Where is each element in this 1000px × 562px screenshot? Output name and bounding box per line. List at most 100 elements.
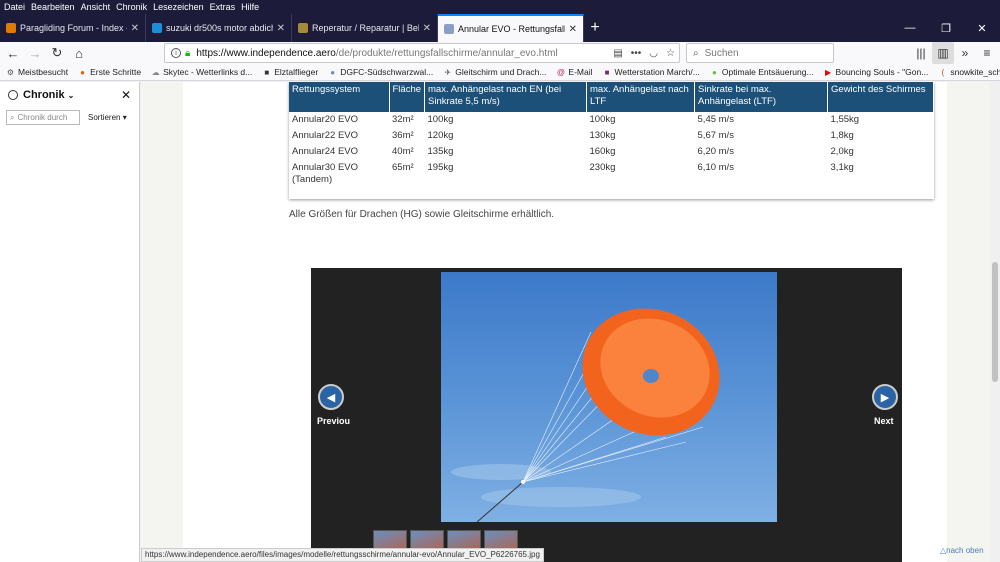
library-icon[interactable]: |||: [910, 42, 932, 64]
back-to-top-link[interactable]: △nach oben: [940, 546, 984, 555]
overflow-icon[interactable]: »: [954, 42, 976, 64]
bookmark-item[interactable]: ■ Elztalflieger: [262, 67, 318, 77]
bookmark-item[interactable]: @ E-Mail: [556, 67, 593, 77]
info-icon[interactable]: i: [171, 48, 181, 58]
sidebar-toggle-icon[interactable]: ▥: [932, 42, 954, 64]
table-header-cell: Rettungssystem: [289, 82, 390, 112]
menu-icon[interactable]: ≡: [976, 42, 998, 64]
sort-button[interactable]: Sortieren ▾: [88, 113, 127, 122]
table-cell: Annular30 EVO (Tandem): [292, 161, 359, 185]
menu-bar: Datei Bearbeiten Ansicht Chronik Lesezeichen…: [0, 0, 1000, 14]
previous-label: Previou: [317, 416, 351, 426]
bookmark-icon: ●: [711, 67, 717, 77]
table-cell: 32m²: [392, 114, 414, 125]
bookmark-icon: ▶: [824, 67, 832, 77]
menu-item-hilfe[interactable]: Hilfe: [241, 2, 259, 12]
table-cell: 1,55kg: [830, 114, 860, 125]
menu-item-lesezeichen[interactable]: Lesezeichen: [153, 2, 204, 12]
bookmark-item[interactable]: ● Optimale Entsäuerung...: [710, 67, 814, 77]
spec-table-container: Rettungssystem Fläche max. Anhängelast nac…: [289, 82, 934, 199]
bookmark-item[interactable]: ▶ Bouncing Souls - "Gon...: [824, 67, 928, 77]
bookmark-label: Gleitschirm und Drach...: [455, 67, 547, 77]
back-icon[interactable]: ←: [2, 42, 24, 64]
bookmark-label: snowkite_schwarzwald...: [950, 67, 1000, 77]
parachute-photo[interactable]: [441, 272, 777, 522]
close-icon[interactable]: ✕: [423, 23, 431, 34]
previous-button[interactable]: ◀: [318, 384, 344, 410]
history-search-input[interactable]: ⌕ Chronik durch: [6, 110, 80, 125]
home-icon[interactable]: ⌂: [68, 42, 90, 64]
sort-label: Sortieren: [88, 113, 121, 122]
bookmark-icon: ✈: [444, 67, 452, 77]
tab-title: Paragliding Forum - Index - ne: [20, 23, 127, 33]
menu-item-extras[interactable]: Extras: [210, 2, 236, 12]
tab-4[interactable]: Annular EVO - Rettungsfallschi ✕: [438, 14, 584, 42]
menu-item-bearbeiten[interactable]: Bearbeiten: [31, 2, 75, 12]
tab-1[interactable]: Paragliding Forum - Index - ne ✕: [0, 14, 146, 42]
page-content: Rettungssystem Fläche max. Anhängelast nac…: [141, 82, 990, 562]
new-tab-button[interactable]: +: [584, 14, 606, 42]
close-icon[interactable]: ✕: [121, 88, 131, 102]
vertical-scrollbar[interactable]: [990, 82, 1000, 562]
table-cell: 6,10 m/s: [697, 161, 734, 173]
bookmark-label: E-Mail: [568, 67, 593, 77]
bookmark-item[interactable]: ⚙ Meistbesucht: [6, 67, 68, 77]
pocket-icon[interactable]: ◡: [649, 48, 658, 59]
reload-icon[interactable]: ↻: [46, 42, 68, 64]
bookmark-label: Meistbesucht: [18, 67, 69, 77]
bookmark-item[interactable]: ■ Wetterstation March/...: [603, 67, 700, 77]
history-sidebar: Chronik ⌄ ✕ ⌕ Chronik durch Sortieren ▾: [0, 82, 140, 562]
scrollbar-thumb[interactable]: [992, 262, 998, 382]
table-cell: Annular24 EVO: [292, 145, 359, 157]
close-window-icon[interactable]: ✕: [964, 14, 1000, 42]
bookmark-icon: (: [941, 67, 945, 77]
search-input[interactable]: ⌕ Suchen: [686, 43, 834, 63]
table-cell: Annular22 EVO: [292, 129, 359, 141]
close-icon[interactable]: ✕: [131, 23, 139, 34]
bookmark-item[interactable]: ☁ Skytec - Wetterlinks d...: [151, 67, 253, 77]
close-icon[interactable]: ✕: [277, 23, 285, 34]
bookmark-item[interactable]: ● DGFC-Südschwarzwal...: [328, 67, 433, 77]
bookmark-item[interactable]: ( snowkite_schwarzwald...: [938, 67, 1000, 77]
bookmark-star-icon[interactable]: ☆: [666, 48, 675, 59]
tab-title: Annular EVO - Rettungsfallschi: [458, 24, 565, 34]
favicon-icon: [444, 24, 454, 34]
table-cell: 36m²: [392, 129, 414, 141]
reader-view-icon[interactable]: ▤: [613, 48, 622, 59]
bookmark-item[interactable]: ● Erste Schritte: [78, 67, 141, 77]
spec-table: Rettungssystem Fläche max. Anhängelast nac…: [289, 82, 934, 187]
tab-2[interactable]: suzuki dr500s motor abdichten ✕: [146, 14, 292, 42]
table-header-cell: Fläche: [389, 82, 426, 112]
forward-icon[interactable]: →: [24, 42, 46, 64]
table-cell: 5,45 m/s: [697, 114, 734, 125]
table-cell: 160kg: [589, 145, 616, 157]
table-header-cell: max. Anhängelast nach EN (bei Sinkrate 5…: [424, 82, 588, 112]
table-cell: 100kg: [589, 114, 616, 125]
bookmark-item[interactable]: ✈ Gleitschirm und Drach...: [443, 67, 546, 77]
menu-item-chronik[interactable]: Chronik: [116, 2, 147, 12]
tab-3[interactable]: Reperatur / Reparatur | Beliebt ✕: [292, 14, 438, 42]
availability-note: Alle Größen für Drachen (HG) sowie Gleit…: [289, 209, 555, 220]
more-actions-icon[interactable]: •••: [631, 48, 642, 59]
next-button[interactable]: ▶: [872, 384, 898, 410]
maximize-icon[interactable]: ❐: [928, 14, 964, 42]
menu-item-datei[interactable]: Datei: [4, 2, 25, 12]
bookmark-label: Skytec - Wetterlinks d...: [163, 67, 253, 77]
url-bar[interactable]: i 🔒︎ https://www.independence.aero/de/pr…: [164, 43, 680, 63]
tab-title: Reperatur / Reparatur | Beliebt: [312, 23, 419, 33]
minimize-icon[interactable]: —: [892, 14, 928, 42]
bookmark-label: Erste Schritte: [90, 67, 142, 77]
table-cell: 1,8kg: [830, 129, 854, 141]
table-cell: 40m²: [392, 145, 414, 157]
window-controls: — ❐ ✕: [892, 14, 1000, 42]
history-search-placeholder: Chronik durch: [17, 113, 68, 122]
bookmarks-toolbar: ⚙ Meistbesucht ● Erste Schritte ☁ Skytec - We…: [0, 64, 1000, 81]
close-icon[interactable]: ✕: [569, 24, 577, 35]
table-cell: 195kg: [427, 161, 454, 173]
table-row: Annular24 EVO 40m² 135kg 160kg 6,20 m/s 2,0kg: [289, 144, 934, 160]
menu-item-ansicht[interactable]: Ansicht: [81, 2, 111, 12]
sidebar-header[interactable]: Chronik ⌄ ✕: [0, 82, 139, 108]
table-row: Annular20 EVO 32m² 100kg 100kg 5,45 m/s 1,55k…: [289, 112, 934, 128]
favicon-icon: [152, 23, 162, 33]
bookmark-icon: ■: [264, 67, 270, 77]
